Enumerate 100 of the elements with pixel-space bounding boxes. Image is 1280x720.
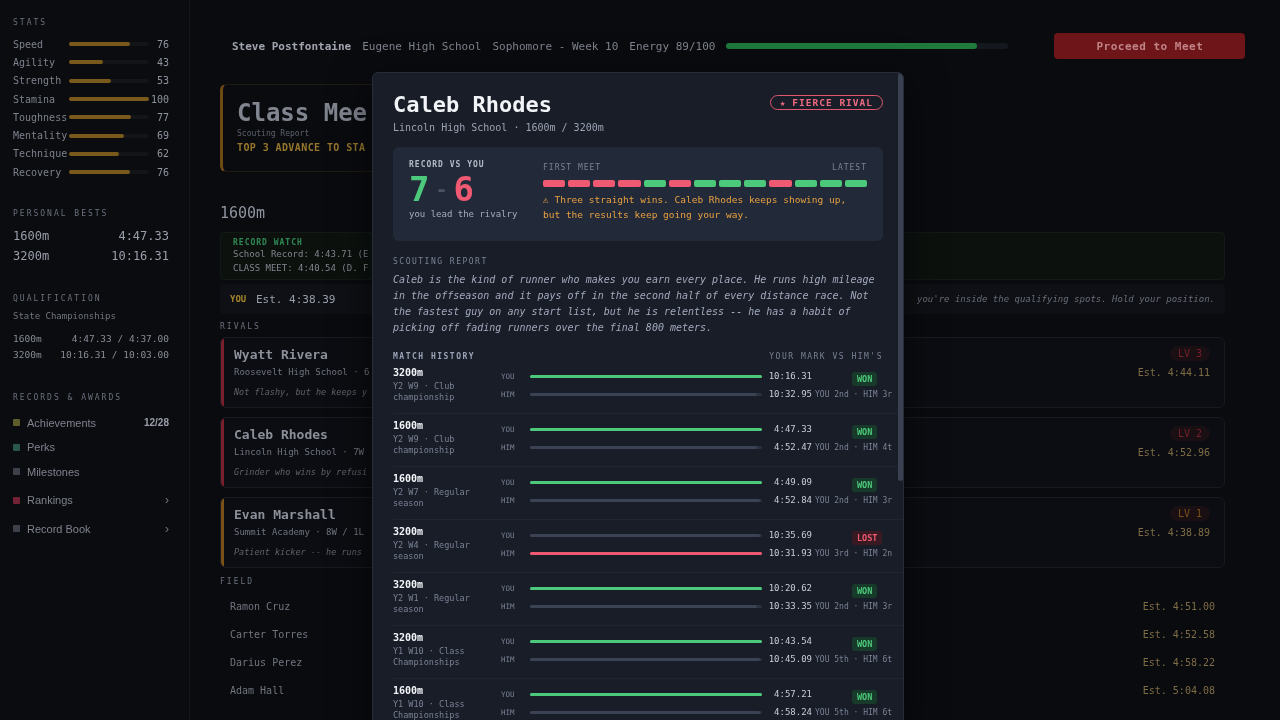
section-title: RECORDS & AWARDS xyxy=(13,393,124,403)
proceed-button[interactable]: Proceed to Meet xyxy=(1054,33,1246,59)
scouting-report: Caleb is the kind of runner who makes you earn every place. He runs high mileage in the offseason and it pays off in the second half of every distance race. Not the fastest guy on any start list, but he is relentless -- he has a habit of picking off fading runners over the final 800 meters. xyxy=(393,273,876,335)
energy-label: Energy 89/100 xyxy=(629,39,716,53)
stat-value: 76 xyxy=(155,38,169,50)
section-title: FIELD xyxy=(220,577,255,586)
section-title: STATS xyxy=(13,18,49,27)
school-name: Eugene High School xyxy=(362,39,482,53)
score-separator: - xyxy=(435,176,448,203)
event-label: 1600m xyxy=(393,685,425,696)
stat-value: 53 xyxy=(155,75,169,87)
places-text: YOU 5th · HIM 6t xyxy=(814,654,894,664)
result-badge: LOST xyxy=(852,530,883,545)
award-link[interactable]: Achievements xyxy=(27,416,144,429)
estimate: Est. 4:38.89 xyxy=(1137,527,1210,538)
axis-label: LATEST xyxy=(832,163,867,172)
race-time: 10:35.69 xyxy=(767,530,812,540)
rival-quote: Not flashy, but he keeps y xyxy=(234,387,368,397)
axis-label: FIRST MEET xyxy=(543,163,602,172)
stat-value: 100 xyxy=(149,93,169,105)
section-title: PERSONAL BESTS xyxy=(13,209,110,219)
runner-name: Carter Torres xyxy=(230,628,309,640)
section-title: RIVALS xyxy=(220,322,261,331)
chevron-icon[interactable]: › xyxy=(165,521,169,536)
column-hint: YOUR MARK VS HIM'S xyxy=(769,352,883,361)
event-label: 3200m xyxy=(13,349,42,363)
level-badge: LV 2 xyxy=(1169,426,1210,441)
section-title: SCOUTING REPORT xyxy=(393,257,489,266)
result-badge: WON xyxy=(852,477,878,492)
qualifying-mark: 4:47.33 / 4:37.00 xyxy=(71,333,169,347)
panel-title: RECORD WATCH xyxy=(233,238,304,247)
wins-count: 7 xyxy=(409,171,430,207)
rival-detail: Summit Academy · 8W / 1L xyxy=(234,527,365,537)
stat-label: Recovery xyxy=(13,166,63,178)
race-time: 4:47.33 xyxy=(773,424,812,434)
race-time: 4:58.24 xyxy=(773,707,812,717)
panel-title: RECORD VS YOU xyxy=(409,160,486,169)
places-text: YOU 2nd · HIM 3r xyxy=(814,389,894,399)
meet-label: Y2 W4 · Regular season xyxy=(393,540,471,562)
stat-label: Stamina xyxy=(13,93,57,105)
race-time: 10:43.54 xyxy=(767,636,812,646)
rival-subtitle: Lincoln High School · 1600m / 3200m xyxy=(393,122,604,133)
scrollbar[interactable] xyxy=(898,73,903,481)
stat-label: Strength xyxy=(13,75,63,87)
race-time: 4:52.47 xyxy=(773,442,812,452)
meet-label: Y1 W10 · Class Championships xyxy=(393,646,466,668)
best-time: 4:47.33 xyxy=(118,229,169,244)
estimate: Est. 5:04.08 xyxy=(1142,684,1215,696)
rival-name: Caleb Rhodes xyxy=(234,427,328,442)
award-link[interactable]: Perks xyxy=(27,441,169,454)
places-text: YOU 5th · HIM 6t xyxy=(814,707,894,717)
meet-note: TOP 3 ADVANCE TO STA xyxy=(237,142,367,153)
event-label: 1600m xyxy=(13,333,42,347)
race-time: 4:57.21 xyxy=(773,689,812,699)
record-line: CLASS MEET: 4:40.54 (D. F xyxy=(233,262,369,275)
meet-subtitle: Scouting Report xyxy=(237,129,311,138)
rival-detail: Roosevelt High School · 6 xyxy=(234,367,370,377)
race-time: 4:52.84 xyxy=(773,495,812,505)
event-label: 3200m xyxy=(393,632,425,643)
award-link[interactable]: Milestones xyxy=(27,465,169,478)
places-text: YOU 2nd · HIM 4t xyxy=(814,442,894,452)
result-badge: WON xyxy=(852,689,878,704)
estimate: Est. 4:38.39 xyxy=(256,292,336,306)
stat-label: Toughness xyxy=(13,111,69,123)
runner-name: Adam Hall xyxy=(230,684,285,696)
stat-value: 77 xyxy=(155,111,169,123)
score-caption: you lead the rivalry xyxy=(409,209,519,219)
star-icon: ★ xyxy=(779,97,787,108)
qualifying-mark: 10:16.31 / 10:03.00 xyxy=(60,349,169,363)
result-badge: WON xyxy=(852,583,878,598)
award-link[interactable]: Record Book xyxy=(27,522,165,535)
chevron-icon[interactable]: › xyxy=(165,493,169,508)
meet-title: Class Mee xyxy=(237,99,368,127)
award-link[interactable]: Rankings xyxy=(27,494,165,507)
section-title: QUALIFICATION xyxy=(13,294,103,304)
estimate: Est. 4:51.00 xyxy=(1142,600,1215,612)
race-time: 10:33.35 xyxy=(767,601,812,611)
meet-label: Y2 W9 · Club championship xyxy=(393,434,456,456)
player-name: Steve Postfontaine xyxy=(232,39,352,53)
losses-count: 6 xyxy=(453,171,474,207)
level-badge: LV 1 xyxy=(1169,506,1210,521)
stat-label: Technique xyxy=(13,148,69,160)
estimate: Est. 4:52.58 xyxy=(1142,628,1215,640)
result-badge: WON xyxy=(852,371,878,386)
stat-value: 62 xyxy=(155,148,169,160)
runner-name: Darius Perez xyxy=(230,656,303,668)
event-heading: 1600m xyxy=(220,204,266,222)
event-label: 3200m xyxy=(393,367,425,378)
record-line: School Record: 4:43.71 (E xyxy=(233,248,369,261)
status-note: you're inside the qualifying spots. Hold your position. xyxy=(917,294,1215,304)
places-text: YOU 2nd · HIM 3r xyxy=(814,601,894,611)
badge-label: FIERCE RIVAL xyxy=(792,97,873,108)
places-text: YOU 2nd · HIM 3r xyxy=(814,495,894,505)
stat-label: Speed xyxy=(13,38,45,50)
event-label: 1600m xyxy=(393,420,425,431)
rival-name: Evan Marshall xyxy=(234,507,336,522)
level-badge: LV 3 xyxy=(1169,346,1210,361)
race-time: 10:32.95 xyxy=(767,389,812,399)
stat-label: Mentality xyxy=(13,130,69,142)
race-time: 10:20.62 xyxy=(767,583,812,593)
